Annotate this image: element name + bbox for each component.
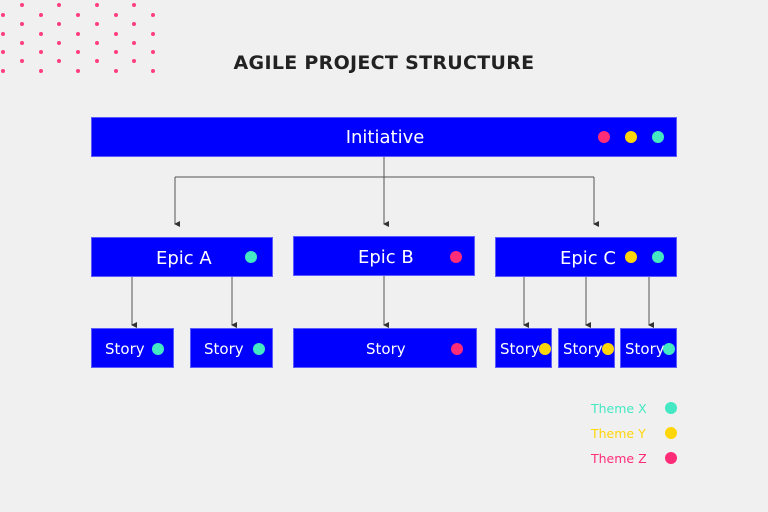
epic-label: Epic A [156, 248, 212, 269]
legend-dot-theme-z [665, 452, 677, 464]
legend-label-theme-x: Theme X [591, 401, 647, 416]
legend-dot-theme-x [665, 402, 677, 414]
theme-z-indicator-icon [598, 131, 610, 143]
epic-node-c[interactable]: Epic C [495, 237, 677, 277]
theme-x-indicator-icon [245, 251, 257, 263]
epic-node-b[interactable]: Epic B [293, 236, 475, 276]
theme-y-indicator-icon [625, 131, 637, 143]
theme-y-indicator-icon [602, 343, 614, 355]
story-node[interactable]: Story [495, 328, 552, 368]
epic-label: Epic C [560, 248, 616, 269]
story-node[interactable]: Story [190, 328, 273, 368]
epic-node-a[interactable]: Epic A [91, 237, 273, 277]
story-node[interactable]: Story [293, 328, 477, 368]
story-node[interactable]: Story [558, 328, 615, 368]
initiative-node[interactable]: Initiative [91, 117, 677, 157]
theme-x-indicator-icon [253, 343, 265, 355]
theme-x-indicator-icon [152, 343, 164, 355]
theme-z-indicator-icon [451, 343, 463, 355]
theme-x-indicator-icon [652, 131, 664, 143]
theme-y-indicator-icon [539, 343, 551, 355]
story-label: Story [366, 340, 406, 358]
legend-dot-theme-y [665, 427, 677, 439]
story-node[interactable]: Story [620, 328, 677, 368]
theme-y-indicator-icon [625, 251, 637, 263]
initiative-label: Initiative [345, 127, 425, 148]
story-label: Story [500, 340, 540, 358]
story-node[interactable]: Story [91, 328, 174, 368]
epic-label: Epic B [358, 247, 414, 268]
legend-label-theme-z: Theme Z [591, 451, 647, 466]
story-label: Story [625, 340, 665, 358]
story-label: Story [105, 340, 145, 358]
theme-x-indicator-icon [652, 251, 664, 263]
theme-x-indicator-icon [663, 343, 675, 355]
legend-label-theme-y: Theme Y [591, 426, 646, 441]
story-label: Story [563, 340, 603, 358]
theme-z-indicator-icon [450, 251, 462, 263]
story-label: Story [204, 340, 244, 358]
